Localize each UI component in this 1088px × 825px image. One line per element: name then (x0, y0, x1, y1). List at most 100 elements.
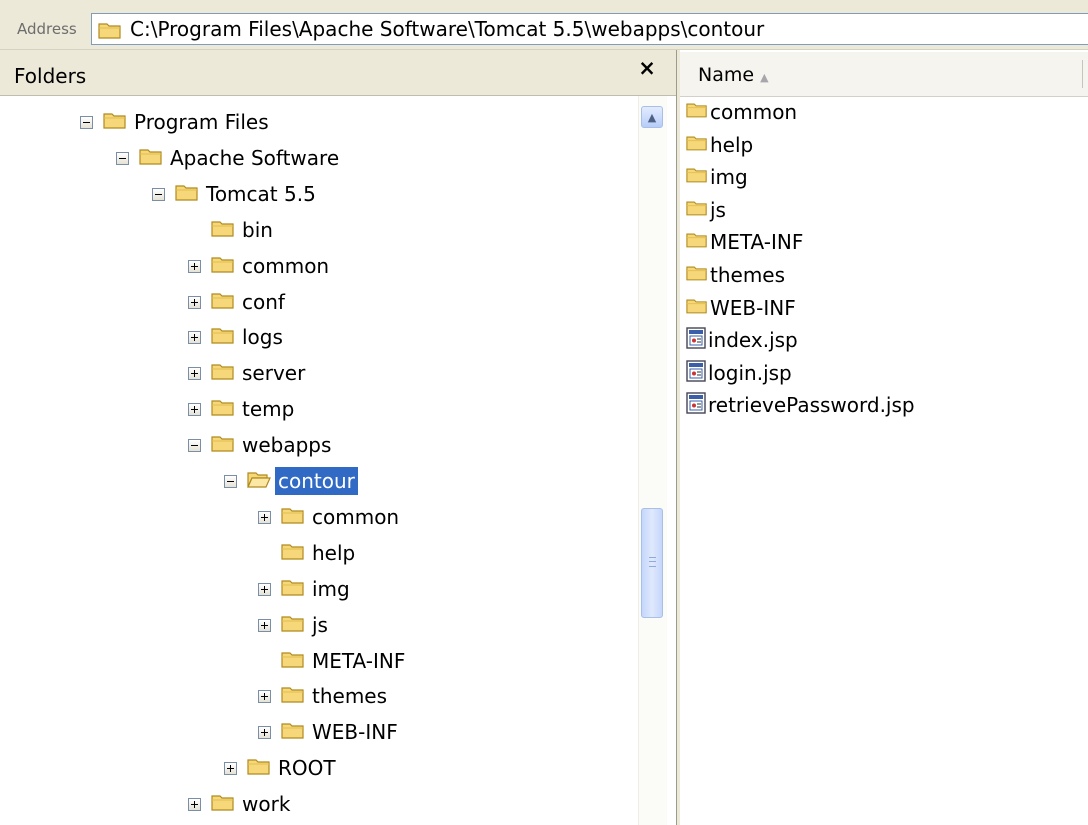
tree-node[interactable]: help (258, 536, 358, 570)
tree-node-label: Apache Software (170, 146, 340, 170)
jsp-file-icon (686, 360, 706, 386)
column-header-name[interactable]: Name ▲ (680, 52, 1088, 97)
file-list-item[interactable]: img (686, 161, 748, 193)
tree-node[interactable]: server (188, 356, 308, 390)
file-list-item[interactable]: common (686, 96, 797, 128)
tree-scrollbar[interactable]: ▲ (638, 96, 667, 825)
tree-node-label: Program Files (134, 110, 269, 134)
collapse-icon[interactable] (152, 187, 165, 201)
file-list-item[interactable]: help (686, 129, 753, 161)
expand-icon[interactable] (224, 761, 237, 775)
tree-node-label: help (312, 541, 356, 565)
tree-node[interactable]: conf (188, 285, 288, 319)
folder-icon (103, 111, 127, 134)
folder-icon (211, 434, 235, 457)
address-label: Address (17, 20, 77, 38)
tree-node-label: webapps (242, 433, 332, 457)
file-list-item[interactable]: WEB-INF (686, 292, 796, 324)
folder-icon (686, 231, 708, 253)
file-list-pane: Name ▲ common help img js META-INF themes WEB-I… (680, 50, 1088, 825)
file-name: themes (710, 263, 786, 287)
tree-node[interactable]: Program Files (80, 105, 272, 139)
file-list-item[interactable]: themes (686, 259, 785, 291)
tree-node[interactable]: temp (188, 392, 297, 426)
folder-icon (686, 264, 708, 286)
collapse-icon[interactable] (80, 115, 93, 129)
folder-icon (211, 398, 235, 421)
file-name: common (710, 100, 798, 124)
address-path[interactable]: C:\Program Files\Apache Software\Tomcat … (130, 17, 764, 41)
tree-node[interactable]: ROOT (224, 751, 339, 785)
column-name-label: Name (698, 64, 755, 86)
file-name: retrievePassword.jsp (708, 393, 915, 417)
expand-icon[interactable] (188, 295, 201, 309)
scroll-thumb[interactable] (641, 508, 663, 618)
expand-icon[interactable] (188, 330, 201, 344)
tree-node[interactable]: common (188, 249, 332, 283)
folder-icon (211, 362, 235, 385)
column-separator[interactable] (1082, 60, 1083, 88)
expand-icon[interactable] (258, 689, 271, 703)
scroll-up-button[interactable]: ▲ (641, 106, 663, 128)
expand-icon[interactable] (258, 618, 271, 632)
tree-node-label: WEB-INF (312, 720, 398, 744)
collapse-icon[interactable] (116, 151, 129, 165)
address-bar: Address C:\Program Files\Apache Software… (0, 0, 1088, 50)
folder-icon (281, 578, 305, 601)
jsp-file-icon (686, 392, 706, 418)
tree-node-label: META-INF (312, 649, 406, 673)
tree-node-label: themes (312, 684, 388, 708)
file-name: WEB-INF (710, 296, 796, 320)
tree-node-label: conf (242, 290, 285, 314)
tree-node[interactable]: bin (188, 213, 276, 247)
tree-node[interactable]: logs (188, 320, 286, 354)
folder-icon (211, 793, 235, 816)
tree-node[interactable]: img (258, 572, 353, 606)
collapse-icon[interactable] (224, 474, 237, 488)
file-list-item[interactable]: index.jsp (686, 324, 798, 356)
file-list-item[interactable]: login.jsp (686, 357, 792, 389)
expand-icon[interactable] (258, 510, 271, 524)
expand-icon[interactable] (188, 797, 201, 811)
expand-icon[interactable] (188, 366, 201, 380)
tree-node[interactable]: work (188, 787, 293, 821)
folder-icon (211, 255, 235, 278)
tree-node[interactable]: webapps (188, 428, 334, 462)
tree-node[interactable]: WEB-INF (258, 715, 401, 749)
tree-node-label: Tomcat 5.5 (206, 182, 316, 206)
expand-icon[interactable] (258, 725, 271, 739)
tree-node[interactable]: common (258, 500, 402, 534)
folder-icon (686, 297, 708, 319)
tree-node[interactable]: contour (224, 464, 358, 498)
tree-node[interactable]: themes (258, 679, 390, 713)
tree-node[interactable]: Apache Software (116, 141, 342, 175)
expand-icon[interactable] (258, 582, 271, 596)
folder-icon (686, 101, 708, 123)
file-list-item[interactable]: retrievePassword.jsp (686, 389, 915, 421)
folders-pane-header: Folders × (0, 50, 676, 96)
folders-pane: Folders × Program Files Apache Software To… (0, 50, 676, 825)
expand-icon[interactable] (188, 259, 201, 273)
file-list-item[interactable]: js (686, 194, 726, 226)
file-list-item[interactable]: META-INF (686, 226, 803, 258)
file-name: img (710, 165, 748, 189)
folder-icon (281, 650, 305, 673)
tree-node-label: contour (275, 467, 358, 495)
tree-node-label: common (312, 505, 400, 529)
file-name: META-INF (710, 230, 804, 254)
expand-icon[interactable] (188, 402, 201, 416)
tree-node[interactable]: Tomcat 5.5 (152, 177, 319, 211)
tree-node[interactable]: META-INF (258, 644, 408, 678)
jsp-file-icon (686, 327, 706, 353)
tree-node[interactable]: js (258, 608, 331, 642)
collapse-icon[interactable] (188, 438, 201, 452)
close-pane-button[interactable]: × (636, 56, 658, 80)
address-input[interactable]: C:\Program Files\Apache Software\Tomcat … (91, 13, 1088, 45)
folder-icon (175, 183, 199, 206)
folder-icon (211, 291, 235, 314)
tree-node-label: work (242, 792, 291, 816)
folder-icon (281, 614, 305, 637)
tree-node-label: logs (242, 325, 283, 349)
tree-node-label: img (312, 577, 350, 601)
folder-icon (139, 147, 163, 170)
